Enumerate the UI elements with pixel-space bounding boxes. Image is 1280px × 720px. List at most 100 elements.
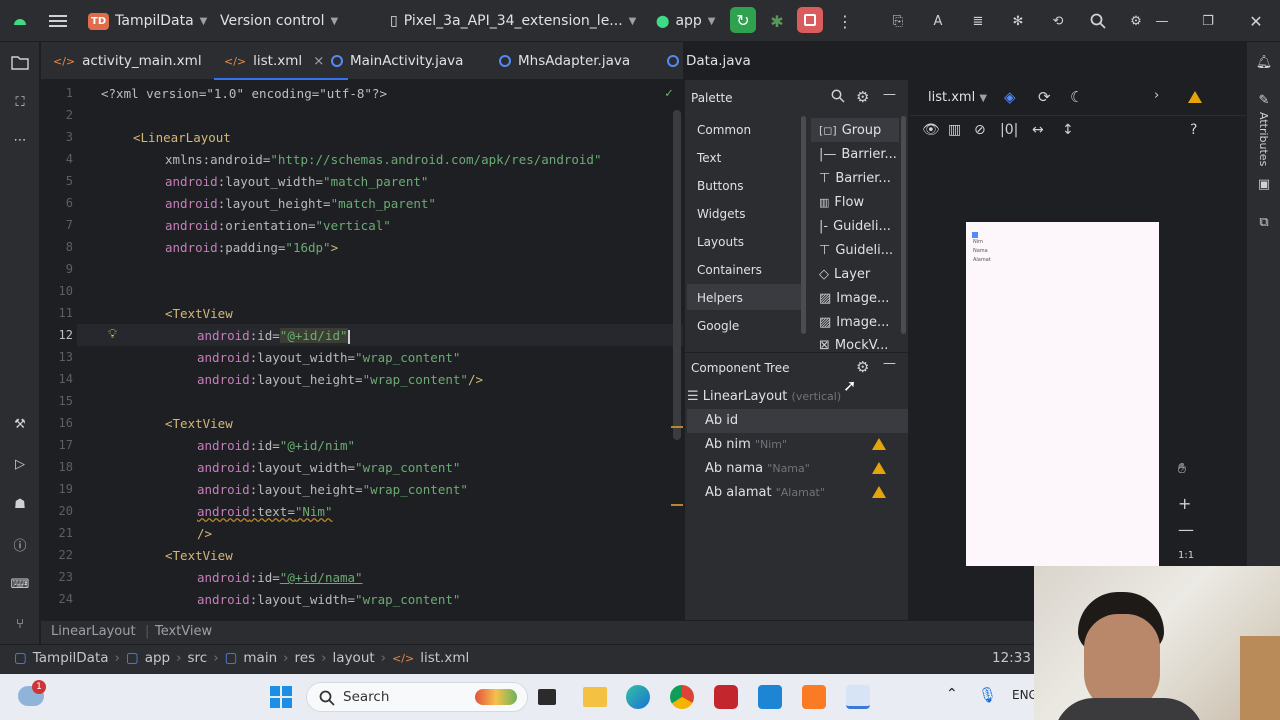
bug-icon[interactable]: ✻ <box>1006 9 1030 33</box>
palette-search-icon[interactable] <box>831 89 845 107</box>
palette-category[interactable]: Layouts <box>697 235 744 249</box>
design-mode-icon[interactable]: ◈ <box>1004 88 1016 106</box>
tab-data-java[interactable]: Data.java <box>667 42 751 80</box>
palette-hide-icon[interactable]: — <box>883 87 896 102</box>
tree-item-linearlayout[interactable]: ☰ LinearLayout (vertical) <box>687 389 841 404</box>
orientation-icon[interactable]: ⟳ <box>1038 88 1051 106</box>
nav-item[interactable]: layout <box>333 650 375 666</box>
palette-item-guideline-vertical[interactable]: ⊤ Guideli... <box>819 243 893 258</box>
intention-bulb-icon[interactable]: 💡︎ <box>108 327 117 342</box>
tray-overflow-icon[interactable]: ⌃ <box>946 686 958 702</box>
constraints-toggle-icon[interactable]: ⊘ <box>974 122 986 138</box>
main-menu-icon[interactable] <box>46 9 70 33</box>
debug-icon[interactable]: ✱ <box>765 9 789 33</box>
problems-icon[interactable]: ⓘ <box>8 532 32 556</box>
warning-marker[interactable] <box>671 504 683 506</box>
project-selector[interactable]: TD TampilData ▼ <box>88 0 207 42</box>
tab-close-icon[interactable]: × <box>313 53 324 69</box>
maximize-icon[interactable]: ❐ <box>1196 9 1220 33</box>
logcat-icon[interactable]: ☗ <box>8 492 32 516</box>
vscode-icon[interactable] <box>758 685 782 709</box>
profiler-icon[interactable]: ≣ <box>966 9 990 33</box>
close-icon[interactable]: ✕ <box>1244 9 1268 33</box>
view-options-icon[interactable]: 👁︎ <box>922 122 940 138</box>
expand-toolbar-icon[interactable]: › <box>1154 88 1159 103</box>
palette-settings-icon[interactable]: ⚙ <box>856 88 869 106</box>
minimize-icon[interactable]: — <box>1150 9 1174 33</box>
nav-item[interactable]: src <box>188 650 208 666</box>
palette-category[interactable]: Containers <box>697 263 762 277</box>
zoom-out-icon[interactable]: — <box>1178 520 1194 539</box>
layout-inspector-icon[interactable]: ✎ <box>1252 88 1276 112</box>
blueprint-toggle-icon[interactable]: ▥ <box>948 122 961 138</box>
nav-item[interactable]: main <box>243 650 277 666</box>
warning-marker[interactable] <box>671 426 683 428</box>
palette-category[interactable]: Text <box>697 151 721 165</box>
chrome-icon[interactable] <box>670 685 694 709</box>
tree-item-textview-alamat[interactable]: Ab alamat "Alamat" <box>705 485 825 500</box>
more-actions-icon[interactable]: ⋮ <box>833 9 857 33</box>
nav-item[interactable]: res <box>295 650 316 666</box>
layout-file-select[interactable]: list.xml ▼ <box>928 90 987 105</box>
palette-category[interactable]: Buttons <box>697 179 743 193</box>
sync-icon[interactable]: ⟲ <box>1046 9 1070 33</box>
caret-position[interactable]: 12:33 <box>992 650 1031 666</box>
component-tree-hide-icon[interactable]: — <box>883 356 896 371</box>
edge-icon[interactable] <box>626 685 650 709</box>
build-icon[interactable]: ⚒ <box>8 412 32 436</box>
tab-mainactivity[interactable]: MainActivity.java <box>331 42 463 80</box>
device-manager-icon[interactable]: ▣ <box>1252 172 1276 196</box>
palette-items-scrollbar[interactable] <box>901 116 906 334</box>
palette-item-mockview[interactable]: ⊠ MockV... <box>819 339 888 352</box>
layout-preview[interactable]: Nim Nama Alamat <box>966 222 1159 566</box>
xampp-icon[interactable] <box>802 685 826 709</box>
settings-icon[interactable]: ⚙ <box>1124 9 1148 33</box>
git-icon[interactable]: ⑂ <box>8 612 32 636</box>
code-editor[interactable]: 1 2 3 4 5 6 7 8 9 10 11 12 13 14 15 16 1… <box>41 80 683 620</box>
palette-category[interactable]: Common <box>697 123 751 137</box>
help-icon[interactable]: ? <box>1190 122 1197 138</box>
terminal-icon[interactable]: ⌨ <box>8 572 32 596</box>
layout-warning-icon[interactable] <box>1188 91 1202 103</box>
nav-item[interactable]: TampilData <box>33 650 109 666</box>
running-devices-icon[interactable]: ⧉ <box>1252 210 1276 234</box>
horizontal-resize-icon[interactable]: ↔ <box>1032 122 1044 138</box>
palette-item-imagefilterbutton[interactable]: ▨ Image... <box>819 315 889 330</box>
apply-changes-icon[interactable]: ⎘ <box>886 9 910 33</box>
tab-mhsadapter[interactable]: MhsAdapter.java <box>499 42 630 80</box>
project-folder-icon[interactable] <box>8 50 32 74</box>
attributes-tab[interactable]: Attributes <box>1255 110 1273 166</box>
palette-category-selected[interactable]: Helpers <box>697 291 743 305</box>
screen-recorder-icon[interactable] <box>714 685 738 709</box>
tab-list-xml[interactable]: </> list.xml × <box>213 42 350 80</box>
palette-item-barrier-vertical[interactable]: ⊤ Barrier... <box>819 171 891 186</box>
palette-item-layer[interactable]: ◇ Layer <box>819 267 870 282</box>
editor-scrollbar[interactable] <box>673 110 681 440</box>
palette-item-group[interactable]: [◻] Group <box>819 123 881 138</box>
tab-activity-main[interactable]: </> activity_main.xml <box>53 42 202 80</box>
apply-code-changes-icon[interactable]: A <box>926 9 950 33</box>
taskbar-search[interactable]: Search <box>306 682 528 712</box>
night-mode-icon[interactable]: ☾ <box>1070 88 1083 106</box>
component-tree-settings-icon[interactable]: ⚙ <box>856 358 869 376</box>
file-explorer-icon[interactable] <box>583 687 607 707</box>
warning-icon[interactable] <box>872 486 886 498</box>
windows-start-icon[interactable] <box>270 686 292 708</box>
pan-hand-icon[interactable]: ✋︎ <box>1178 461 1186 477</box>
tree-item-textview-id[interactable]: Ab id <box>705 413 738 428</box>
zoom-actual-size[interactable]: 1:1 <box>1178 550 1194 561</box>
palette-category-scrollbar[interactable] <box>801 116 806 334</box>
nav-item[interactable]: app <box>145 650 170 666</box>
palette-item-guideline-horizontal[interactable]: |- Guideli... <box>819 219 891 234</box>
breadcrumb-linearlayout[interactable]: LinearLayout <box>51 624 136 639</box>
run-config-selector[interactable]: ⬤ app ▼ <box>656 0 716 42</box>
android-studio-icon[interactable] <box>846 685 870 709</box>
rerun-button[interactable]: ↻ <box>730 7 756 33</box>
breadcrumb-textview[interactable]: TextView <box>155 624 212 639</box>
palette-category[interactable]: Google <box>697 319 739 333</box>
palette-item-flow[interactable]: ▥ Flow <box>819 195 864 210</box>
zoom-in-icon[interactable]: + <box>1178 494 1191 513</box>
preview-selected-textview[interactable] <box>972 232 978 238</box>
palette-item-imagefilterview[interactable]: ▨ Image... <box>819 291 889 306</box>
more-tool-windows-icon[interactable]: ⋯ <box>8 128 32 152</box>
